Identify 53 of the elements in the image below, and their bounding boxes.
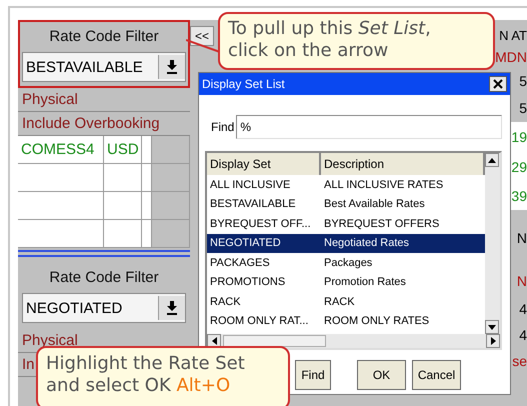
list-row[interactable]: PACKAGES Packages: [207, 253, 485, 272]
table-cell: USD: [104, 136, 142, 164]
ok-button[interactable]: OK: [357, 360, 406, 390]
scrollbar-thumb[interactable]: [223, 335, 326, 347]
list-row[interactable]: ROOM ONLY RAT... ROOM ONLY RATES: [207, 312, 485, 331]
table-cell-text: 4: [519, 300, 527, 319]
dialog-title: Display Set List: [202, 77, 285, 91]
table-cell-text: se: [512, 352, 527, 371]
table-cell: [152, 220, 190, 248]
table-cell-text: 4: [519, 326, 527, 345]
filter-label: Rate Code Filter: [48, 26, 160, 46]
table-cell: [104, 192, 142, 220]
table-cell: [152, 192, 190, 220]
table-cell-text: 5: [519, 99, 527, 118]
callout-tooltip: To pull up this Set List, click on the arrow: [218, 12, 495, 70]
rate-code-dropdown[interactable]: NEGOTIATED: [22, 293, 186, 323]
table-cell: [142, 192, 152, 220]
table-cell: 39: [511, 181, 527, 210]
table-cell: [142, 164, 152, 192]
table-cell: [104, 164, 142, 192]
table-cell: [142, 220, 152, 248]
table-cell-text: N AT: [499, 26, 527, 44]
collapse-button[interactable]: <<: [190, 26, 214, 46]
table-cell: 19: [511, 122, 527, 152]
table-cell-text: 5: [519, 72, 527, 91]
find-label: Find: [211, 120, 234, 134]
find-button[interactable]: Find: [295, 360, 331, 390]
table-cell: [152, 164, 190, 192]
list-row[interactable]: PROMOTIONS Promotion Rates: [207, 272, 485, 292]
list-row[interactable]: NEGOTIATED Negotiated Rates: [207, 234, 485, 253]
option-label: Physical: [18, 88, 190, 112]
list-row[interactable]: ALL INCLUSIVE ALL INCLUSIVE RATES: [207, 175, 485, 194]
table-cell: [104, 220, 142, 248]
list-row[interactable]: BYREQUEST OFF... BYREQUEST OFFERS: [207, 214, 485, 234]
rate-code-dropdown[interactable]: BESTAVAILABLE: [22, 52, 186, 82]
table-cell: [142, 136, 152, 164]
scroll-up-icon[interactable]: [485, 153, 499, 167]
scroll-right-icon[interactable]: [486, 334, 500, 348]
table-cell-text: N: [516, 229, 527, 248]
close-icon[interactable]: [489, 76, 507, 92]
list-row[interactable]: BESTAVAILABLE Best Available Rates: [207, 194, 485, 214]
table-cell: COMESS4: [18, 136, 104, 164]
table-cell: [152, 136, 190, 164]
table-cell-text: MDN: [495, 48, 527, 67]
callout-tooltip: Highlight the Rate Set and select OK Alt+O: [36, 346, 290, 406]
find-field[interactable]: %: [236, 115, 502, 139]
scroll-down-icon[interactable]: [485, 320, 499, 334]
table-cell-text: N: [516, 272, 527, 291]
filter-label: Rate Code Filter: [48, 268, 160, 288]
list-row[interactable]: RACK RACK: [207, 292, 485, 312]
table-cell: 29: [511, 152, 527, 181]
column-header[interactable]: Display Set: [207, 153, 321, 175]
cancel-button[interactable]: Cancel: [412, 360, 461, 390]
